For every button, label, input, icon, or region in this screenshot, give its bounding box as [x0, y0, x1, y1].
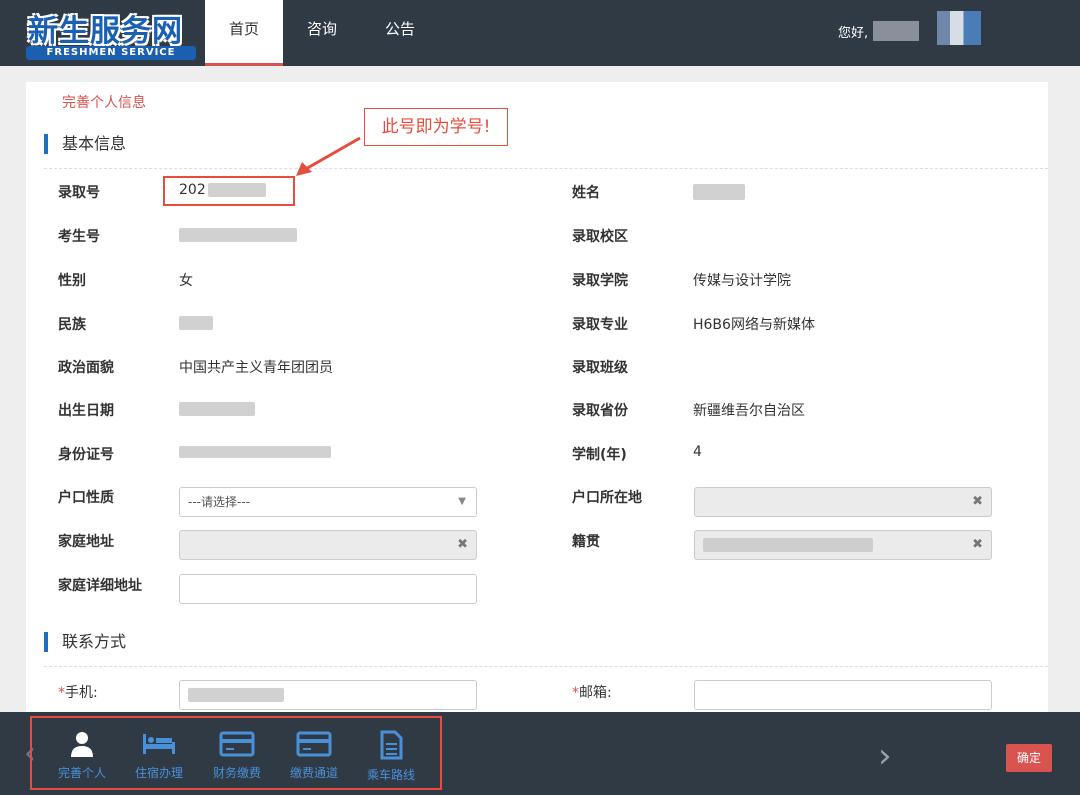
label-hukou-location: 户口所在地 [572, 490, 642, 506]
toolbar-item-route[interactable]: 乘车路线 [356, 730, 426, 783]
label-id-no: 身份证号 [58, 447, 114, 463]
logo-subtitle: FRESHMEN SERVICE [26, 46, 196, 60]
label-political: 政治面貌 [58, 360, 114, 376]
label-native-place: 籍贯 [572, 534, 600, 550]
nav-tab-home[interactable]: 首页 [205, 0, 283, 66]
label-hukou-type: 户口性质 [58, 490, 114, 506]
annotation-callout: 此号即为学号! [364, 108, 508, 146]
hukou-type-placeholder: ---请选择--- [188, 495, 250, 509]
document-icon [380, 730, 403, 760]
hukou-type-select[interactable]: ---请选择--- ▼ [179, 487, 477, 517]
user-greeting: 您好, [838, 26, 869, 41]
chevron-down-icon: ▼ [458, 496, 466, 507]
value-political: 中国共产主义青年团团员 [179, 360, 333, 376]
label-exam-no: 考生号 [58, 229, 100, 245]
value-ethnicity-redacted [179, 316, 213, 334]
phone-redacted [188, 688, 284, 702]
clear-icon[interactable]: ✖ [972, 488, 983, 516]
toolbar-item-dorm[interactable]: 住宿办理 [124, 730, 194, 781]
hukou-location-select[interactable]: ✖ [694, 487, 992, 517]
toolbar-label: 财务缴费 [212, 766, 261, 780]
value-years: 4 [693, 444, 702, 460]
card-icon [296, 731, 332, 757]
value-birth-redacted [179, 402, 255, 420]
confirm-button[interactable]: 确定 [1006, 744, 1052, 772]
value-college: 传媒与设计学院 [693, 273, 791, 289]
value-name-redacted [693, 184, 745, 204]
section-divider [44, 666, 1048, 667]
label-ethnicity: 民族 [58, 317, 86, 333]
section-divider [44, 168, 1048, 169]
value-major: H6B6网络与新媒体 [693, 317, 815, 333]
value-gender: 女 [179, 273, 193, 289]
label-years: 学制(年) [572, 447, 627, 463]
username-redacted [873, 21, 919, 41]
value-id-no-redacted [179, 446, 331, 462]
toolbar-label: 乘车路线 [366, 768, 415, 782]
section-title-basic: 基本信息 [44, 134, 126, 154]
native-place-redacted [703, 538, 873, 552]
label-campus: 录取校区 [572, 229, 628, 245]
nav-tab-consult[interactable]: 咨询 [293, 0, 351, 66]
native-place-select[interactable]: ✖ [694, 530, 992, 560]
toolbar-item-payment[interactable]: 财务缴费 [202, 730, 272, 781]
chevron-right-icon[interactable]: › [878, 736, 892, 776]
section-title-contact: 联系方式 [44, 632, 126, 652]
email-input[interactable] [694, 680, 992, 710]
page-title: 完善个人信息 [62, 95, 146, 111]
top-navbar: 新生服务网 FRESHMEN SERVICE 首页 咨询 公告 您好, [0, 0, 1080, 66]
annotation-arrow-icon [296, 136, 361, 176]
toolbar-label: 住宿办理 [134, 766, 183, 780]
nav-tab-notice[interactable]: 公告 [371, 0, 429, 66]
label-phone: *手机: [58, 685, 98, 701]
label-class: 录取班级 [572, 360, 628, 376]
toolbar-item-profile[interactable]: 完善个人 [47, 730, 117, 781]
toolbar-item-pay-channel[interactable]: 缴费通道 [279, 730, 349, 781]
person-icon [71, 732, 93, 757]
phone-input[interactable] [179, 680, 477, 710]
card-icon [219, 731, 255, 757]
logo-title: 新生服务网 [28, 14, 183, 49]
admission-no-highlight [163, 176, 295, 206]
value-province: 新疆维吾尔自治区 [693, 403, 805, 419]
label-home-detail: 家庭详细地址 [58, 578, 142, 594]
bottom-toolbar: ‹ 完善个人 住宿办理 财务缴费 缴费通道 乘车路线 › 确定 [0, 712, 1080, 795]
clear-icon[interactable]: ✖ [457, 531, 468, 559]
label-email: *邮箱: [572, 685, 612, 701]
label-college: 录取学院 [572, 273, 628, 289]
site-logo[interactable]: 新生服务网 FRESHMEN SERVICE [26, 6, 198, 62]
clear-icon[interactable]: ✖ [972, 531, 983, 559]
home-address-select[interactable]: ✖ [179, 530, 477, 560]
home-detail-input[interactable] [179, 574, 477, 604]
value-exam-no-redacted [179, 228, 297, 246]
label-admission-no: 录取号 [58, 185, 100, 201]
label-gender: 性别 [58, 273, 86, 289]
label-major: 录取专业 [572, 317, 628, 333]
user-avatar[interactable] [937, 11, 981, 45]
label-birth: 出生日期 [58, 403, 114, 419]
toolbar-label: 完善个人 [57, 766, 106, 780]
bed-icon [143, 734, 175, 754]
label-province: 录取省份 [572, 403, 628, 419]
toolbar-label: 缴费通道 [289, 766, 338, 780]
label-name: 姓名 [572, 185, 600, 201]
label-home-addr: 家庭地址 [58, 534, 114, 550]
